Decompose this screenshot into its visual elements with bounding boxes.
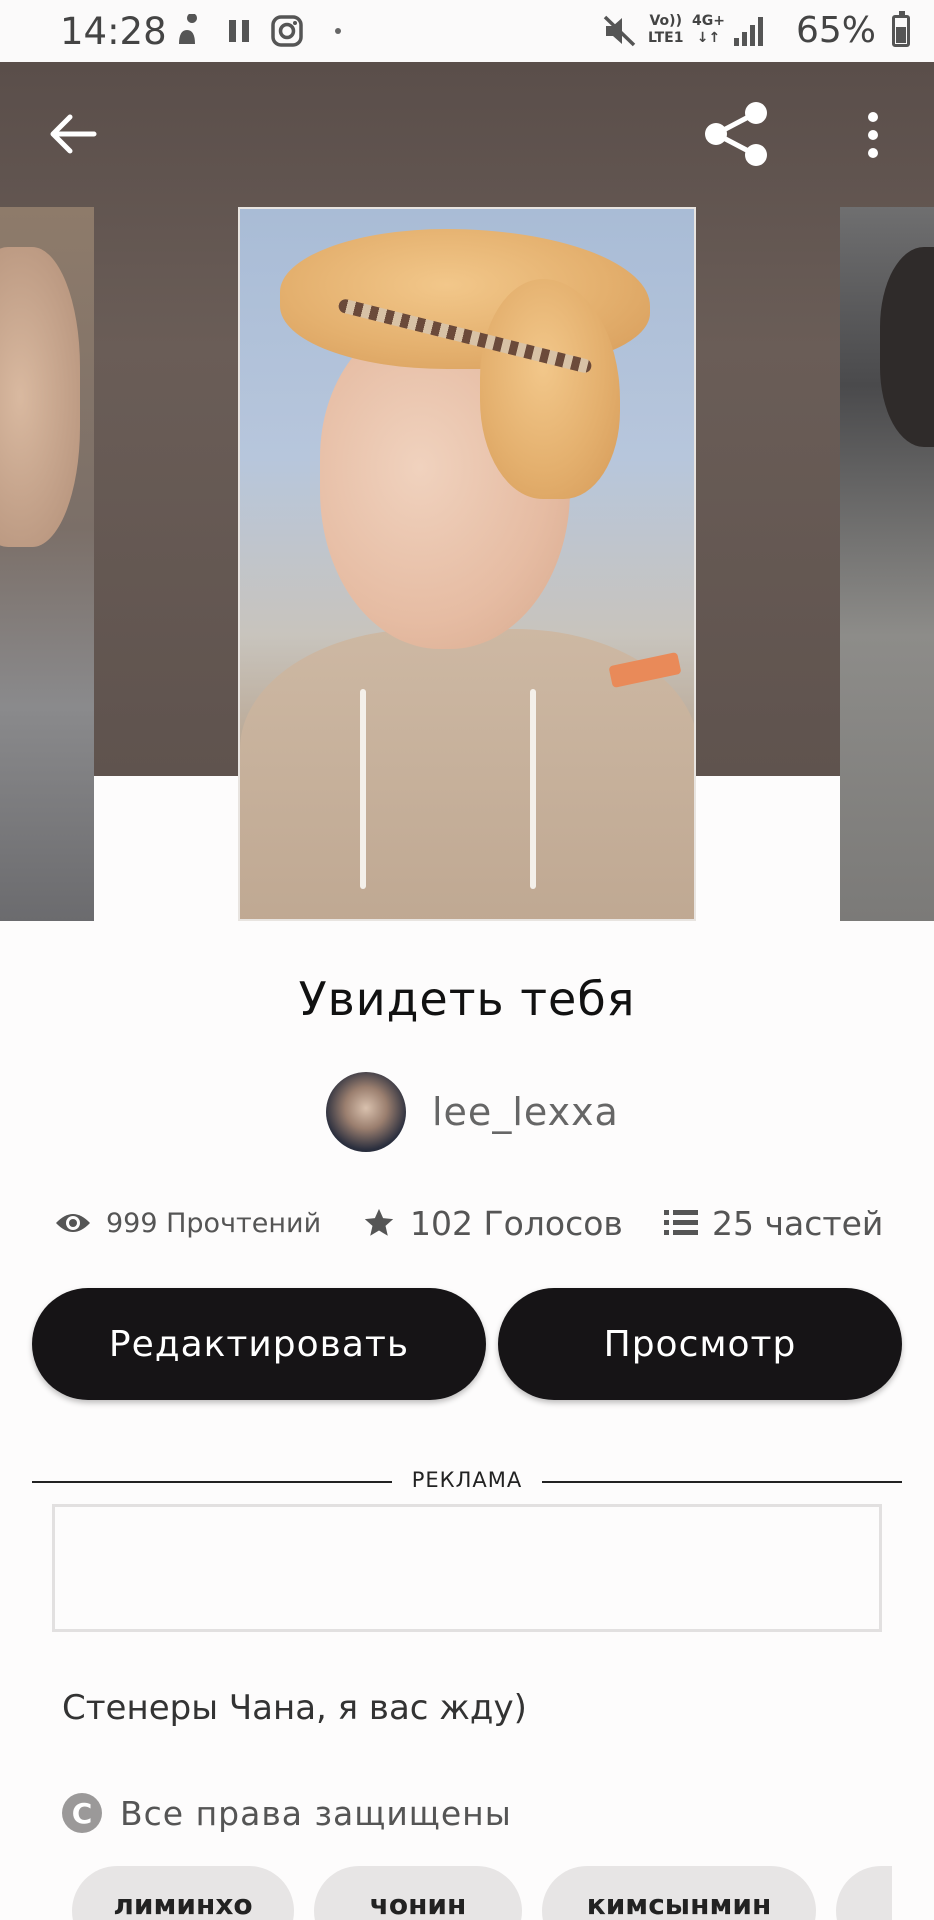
cover-art-string-right — [530, 689, 536, 889]
votes-stat: 102 Голосов — [362, 1198, 623, 1248]
tag-chip[interactable]: лиминхо — [72, 1866, 294, 1920]
story-description: Стенеры Чана, я вас жду) — [62, 1688, 527, 1728]
volte-indicator: Vo)) LTE1 — [648, 13, 683, 47]
cover-current[interactable] — [238, 207, 696, 921]
list-icon — [664, 1210, 698, 1235]
data-arrows-icon: ↓↑ — [696, 30, 721, 46]
signal-icon — [734, 16, 766, 46]
top-bar — [0, 62, 934, 207]
mute-icon — [603, 15, 636, 47]
notification-app-icon — [179, 14, 197, 44]
parts-stat: 25 частей — [664, 1198, 883, 1248]
dot-icon — [335, 28, 341, 34]
network-type-label: 4G+ — [692, 13, 725, 29]
star-icon — [364, 1208, 394, 1236]
tag-chip[interactable]: чонин — [314, 1866, 522, 1920]
ad-divider-right — [542, 1481, 902, 1483]
tag-list: лиминхо чонин кимсынмин — [0, 1866, 892, 1920]
cover-next-art — [880, 247, 934, 447]
reads-stat: 999 Прочтений — [54, 1198, 321, 1248]
cover-previous-art — [0, 247, 80, 547]
copyright-text: Все права защищены — [120, 1793, 512, 1833]
cover-previous[interactable] — [0, 207, 94, 921]
parts-count: 25 частей — [712, 1203, 884, 1243]
edit-button[interactable]: Редактировать — [32, 1288, 486, 1400]
preview-button[interactable]: Просмотр — [498, 1288, 902, 1400]
author-row[interactable]: lee_lexxa — [326, 1072, 619, 1152]
cover-art-string-left — [360, 689, 366, 889]
battery-icon — [892, 11, 910, 47]
ad-label: РЕКЛАМА — [411, 1468, 523, 1492]
avatar[interactable] — [326, 1072, 406, 1152]
pause-icon — [229, 20, 249, 42]
instagram-icon — [271, 15, 303, 47]
story-stats: 999 Прочтений 102 Голосов 25 частей — [0, 1198, 934, 1248]
copyright-row: C Все права защищены — [62, 1790, 512, 1836]
reads-count: 999 Прочтений — [106, 1207, 322, 1239]
author-name[interactable]: lee_lexxa — [432, 1090, 619, 1134]
network-type-indicator: 4G+ ↓↑ — [692, 13, 725, 47]
story-title: Увидеть тебя — [298, 972, 636, 1026]
status-time: 14:28 — [60, 10, 167, 53]
share-icon[interactable] — [700, 100, 772, 168]
arrow-left-icon[interactable] — [44, 105, 102, 163]
volte-label: Vo)) — [649, 13, 682, 29]
lte-label: LTE1 — [648, 30, 684, 46]
ad-banner[interactable] — [52, 1504, 882, 1632]
tag-chip[interactable] — [836, 1866, 892, 1920]
cover-next[interactable] — [840, 207, 934, 921]
status-bar: 14:28 Vo)) LTE1 4G+ ↓↑ 65% — [0, 0, 934, 62]
tag-chip[interactable]: кимсынмин — [542, 1866, 816, 1920]
battery-percent: 65% — [795, 10, 876, 51]
copyright-icon: C — [62, 1793, 102, 1833]
eye-icon — [56, 1214, 90, 1232]
votes-count: 102 Голосов — [410, 1203, 623, 1243]
more-vertical-icon[interactable] — [858, 110, 888, 160]
